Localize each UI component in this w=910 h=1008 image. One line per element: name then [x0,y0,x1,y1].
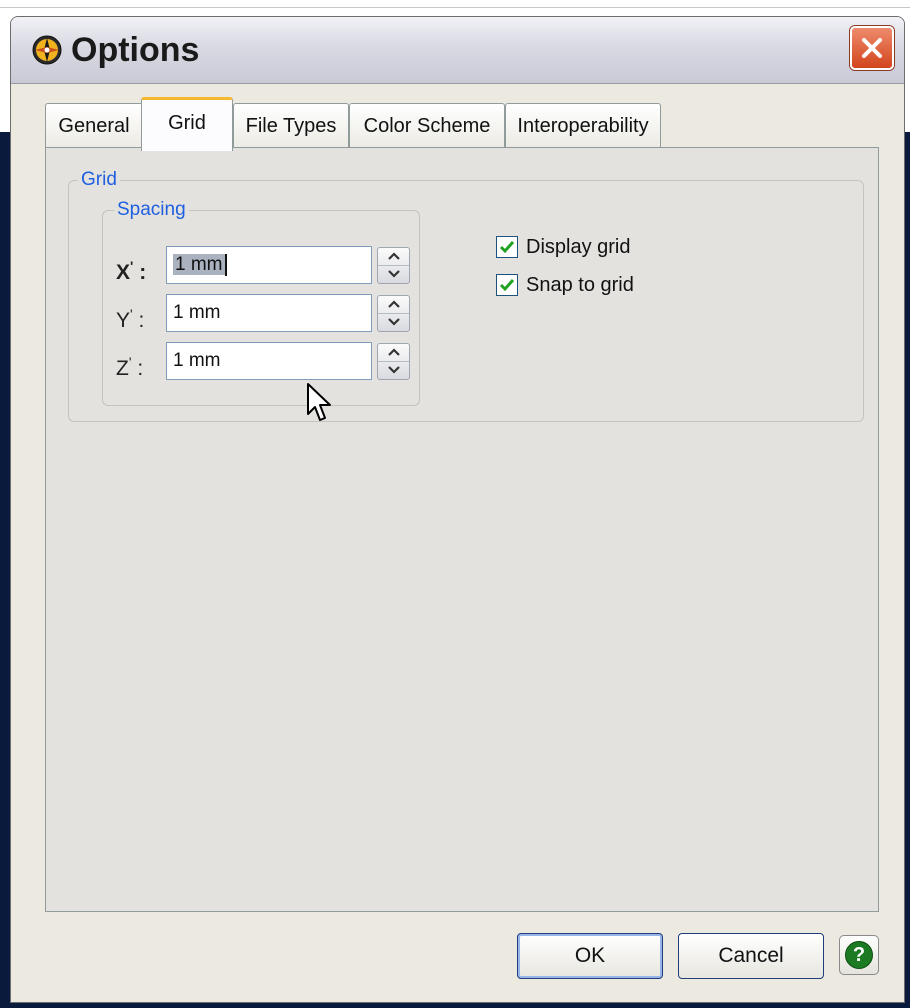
tab-color-scheme[interactable]: Color Scheme [349,103,505,147]
x-spin-up-button[interactable] [378,248,409,266]
x-label: X' : [116,258,147,284]
y-spin-down-button[interactable] [378,314,409,332]
title-bar[interactable]: Options [11,17,904,84]
y-spin-up-button[interactable] [378,296,409,314]
display-grid-checkbox[interactable] [496,236,518,258]
help-icon: ? [845,941,873,969]
chevron-up-icon [387,300,400,309]
tab-general[interactable]: General [45,103,143,147]
checkmark-icon [499,279,515,292]
close-button[interactable] [850,26,894,70]
x-label-text: X [116,261,131,284]
text-caret [224,253,227,276]
x-spacing-value: 1 mm [173,254,225,275]
spacing-group-label: Spacing [114,199,189,221]
mouse-pointer-icon [307,383,331,421]
close-x-icon [862,38,882,58]
z-spin-up-button[interactable] [378,344,409,362]
x-spacing-spinner[interactable] [377,247,410,284]
snap-to-grid-label[interactable]: Snap to grid [526,272,634,298]
z-label: Z' : [116,354,144,380]
chevron-down-icon [387,318,400,326]
cancel-button[interactable]: Cancel [678,933,824,979]
z-label-text: Z [116,357,129,380]
x-spacing-input[interactable]: 1 mm [166,246,372,284]
chevron-up-icon [387,348,400,357]
y-label-text: Y [116,309,131,332]
checkmark-icon [499,241,515,254]
tab-grid[interactable]: Grid [141,97,233,151]
z-spacing-spinner[interactable] [377,343,410,380]
tab-interoperability[interactable]: Interoperability [505,103,661,147]
snap-to-grid-checkbox[interactable] [496,274,518,296]
tab-file-types[interactable]: File Types [233,103,349,147]
z-spacing-input[interactable]: 1 mm [166,342,372,380]
grid-tab-page: Grid Spacing X' : 1 mm Y' : 1 mm Z': 1 … [45,147,879,912]
background-divider [0,7,910,8]
display-grid-label[interactable]: Display grid [526,234,630,260]
y-spacing-input[interactable]: 1 mm [166,294,372,332]
z-spin-down-button[interactable] [378,362,409,380]
chevron-down-icon [387,366,400,374]
dialog-title: Options [71,31,200,69]
chevron-down-icon [387,270,400,278]
y-spacing-spinner[interactable] [377,295,410,332]
ok-button[interactable]: OK [517,933,663,979]
grid-group-label: Grid [78,169,120,191]
x-spin-down-button[interactable] [378,266,409,284]
options-dialog: Options General Grid File Types Color Sc… [10,16,905,1003]
chevron-up-icon [387,252,400,261]
y-label: Y' : [116,306,145,332]
compass-icon [32,35,62,65]
help-button[interactable]: ? [839,935,879,975]
